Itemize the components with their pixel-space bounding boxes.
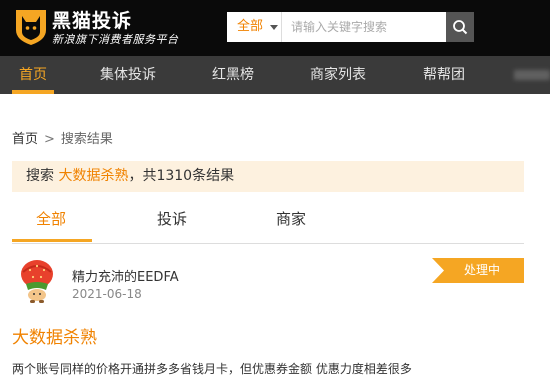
avatar[interactable] — [14, 256, 60, 304]
search-input[interactable] — [283, 12, 446, 42]
complaint-body[interactable]: 两个账号同样的价格开通拼多多省钱月卡，但优惠券金额 优惠力度相差很多 — [12, 360, 532, 377]
result-count: ，共1310条结果 — [128, 168, 235, 184]
breadcrumb-separator: > — [44, 132, 55, 147]
user-menu-placeholder[interactable] — [514, 70, 550, 80]
result-tabs: 全部 投诉 商家 — [12, 200, 524, 244]
breadcrumb-current: 搜索结果 — [60, 132, 113, 147]
breadcrumb: 首页 > 搜索结果 — [12, 128, 113, 147]
chevron-down-icon — [270, 25, 278, 30]
search-button[interactable] — [446, 12, 474, 42]
status-badge: 处理中 — [432, 258, 524, 283]
tab-all[interactable]: 全部 — [36, 208, 66, 229]
tab-complaints[interactable]: 投诉 — [157, 208, 187, 229]
tab-active-indicator — [12, 239, 92, 242]
complaint-date: 2021-06-18 — [72, 287, 142, 301]
nav-item-merchant-list[interactable]: 商家列表 — [308, 56, 368, 94]
complaint-title[interactable]: 大数据杀熟 — [12, 323, 97, 348]
nav-item-red-black-list[interactable]: 红黑榜 — [210, 56, 256, 94]
search-icon — [453, 20, 468, 35]
tab-merchants[interactable]: 商家 — [276, 208, 306, 229]
nav-item-help-team[interactable]: 帮帮团 — [421, 56, 467, 94]
site-header: 黑猫投诉 新浪旗下消费者服务平台 全部 — [0, 0, 550, 56]
breadcrumb-home-link[interactable]: 首页 — [12, 132, 38, 147]
search-result-summary: 搜索 大数据杀熟，共1310条结果 — [12, 161, 524, 192]
search-bar: 全部 — [227, 12, 474, 42]
result-prefix: 搜索 — [26, 168, 54, 184]
nav-active-indicator — [12, 90, 54, 94]
logo-title[interactable]: 黑猫投诉 — [52, 6, 132, 33]
cat-logo-icon[interactable] — [14, 6, 48, 46]
complaint-user-name[interactable]: 精力充沛的EEDFA — [72, 266, 179, 285]
search-category-label: 全部 — [237, 19, 264, 34]
nav-item-group-complaints[interactable]: 集体投诉 — [98, 56, 158, 94]
main-nav: 首页 集体投诉 红黑榜 商家列表 帮帮团 — [0, 56, 550, 94]
nav-item-home[interactable]: 首页 — [12, 56, 54, 94]
logo-subtitle: 新浪旗下消费者服务平台 — [52, 33, 179, 46]
result-keyword: 大数据杀熟 — [58, 168, 129, 184]
